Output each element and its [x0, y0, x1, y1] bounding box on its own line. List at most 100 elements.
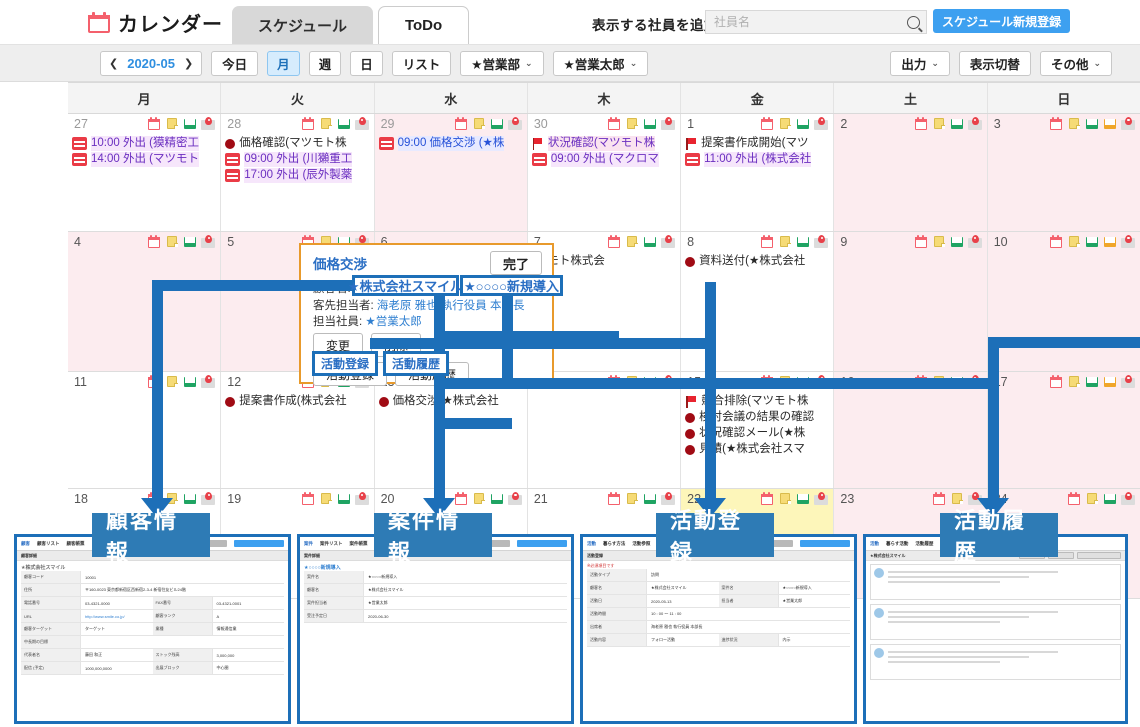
note-icon[interactable] [932, 117, 946, 130]
mail-orange-icon[interactable] [1103, 375, 1117, 388]
activity-register-callout[interactable]: 活動登録 [312, 351, 378, 376]
other-dropdown[interactable]: その他 ⌄ [1039, 51, 1112, 76]
customer-callout[interactable]: ★株式会社スマイル [348, 275, 463, 296]
mail-icon[interactable] [643, 492, 657, 505]
view-week-button[interactable]: 週 [308, 51, 342, 76]
note-icon[interactable] [625, 117, 639, 130]
note-icon[interactable] [165, 375, 179, 388]
current-month-label[interactable]: 2020-05 [127, 56, 175, 71]
mail-icon[interactable] [1085, 117, 1099, 130]
pin-icon[interactable] [1120, 375, 1135, 388]
calendar-event[interactable]: 10:00 外出 (獏精密工 [72, 136, 220, 151]
note-icon[interactable] [472, 117, 486, 130]
note-icon[interactable] [778, 235, 792, 248]
list-item[interactable] [870, 564, 1121, 600]
next-month-button[interactable]: ❯ [184, 57, 193, 70]
date-navigator[interactable]: ❮ 2020-05 ❯ [100, 51, 203, 76]
note-icon[interactable] [319, 117, 333, 130]
calendar-icon[interactable] [914, 117, 928, 130]
note-icon[interactable] [625, 492, 639, 505]
calendar-event[interactable]: 11:00 外出 (株式会社 [685, 152, 833, 167]
calendar-day-cell[interactable]: 17 [987, 372, 1140, 488]
note-icon[interactable] [625, 235, 639, 248]
thumb-btn[interactable] [1077, 552, 1121, 559]
pin-icon[interactable] [201, 492, 216, 505]
pin-icon[interactable] [814, 117, 829, 130]
calendar-icon[interactable] [147, 235, 161, 248]
calendar-icon[interactable] [147, 117, 161, 130]
calendar-day-cell[interactable]: 14 [527, 372, 682, 488]
thumb-tab[interactable]: 顧客リスト [37, 541, 60, 547]
pin-icon[interactable] [967, 117, 982, 130]
pin-icon[interactable] [661, 235, 676, 248]
export-dropdown[interactable]: 出力 ⌄ [890, 51, 950, 76]
pin-icon[interactable] [354, 492, 369, 505]
display-switch-button[interactable]: 表示切替 [958, 51, 1031, 76]
thumb-save-button[interactable] [800, 540, 850, 547]
pin-icon[interactable] [814, 492, 829, 505]
note-icon[interactable] [319, 492, 333, 505]
pin-icon[interactable] [507, 117, 522, 130]
calendar-icon[interactable] [607, 235, 621, 248]
pin-icon[interactable] [1120, 492, 1135, 505]
calendar-day-cell[interactable]: 1 提案書作成開始(マツ 11:00 外出 (株式会社 [681, 114, 835, 231]
pin-icon[interactable] [201, 235, 216, 248]
thumb-tab[interactable]: 活動参照 [632, 541, 650, 547]
mail-icon[interactable] [796, 117, 810, 130]
calendar-icon[interactable] [914, 235, 928, 248]
thumb-settings-button[interactable] [517, 540, 567, 547]
calendar-event[interactable]: 資料送付(★株式会社 [685, 254, 833, 269]
calendar-day-cell[interactable]: 3 [987, 114, 1140, 231]
thumb-tab[interactable]: 活動履歴 [915, 541, 933, 547]
mail-orange-icon[interactable] [1103, 235, 1117, 248]
popup-staff-value[interactable]: ★営業太郎 [365, 316, 421, 328]
calendar-day-cell[interactable]: 30 状況確認(マツモト株 09:00 外出 (マクロマ [527, 114, 682, 231]
calendar-icon[interactable] [1049, 375, 1063, 388]
calendar-event[interactable]: 09:00 外出 (川獺重工 [225, 152, 373, 167]
calendar-icon[interactable] [1067, 492, 1081, 505]
note-icon[interactable] [165, 235, 179, 248]
pin-icon[interactable] [354, 117, 369, 130]
deal-callout[interactable]: ★○○○○新規導入 [460, 275, 563, 296]
pin-icon[interactable] [814, 235, 829, 248]
pin-icon[interactable] [1120, 117, 1135, 130]
prev-month-button[interactable]: ❮ [109, 57, 118, 70]
calendar-icon[interactable] [301, 492, 315, 505]
calendar-icon[interactable] [607, 492, 621, 505]
calendar-icon[interactable] [607, 117, 621, 130]
calendar-icon[interactable] [760, 492, 774, 505]
popup-done-button[interactable]: 完了 [489, 251, 542, 275]
calendar-day-cell[interactable]: 29 09:00 価格交渉 (★株 [374, 114, 528, 231]
pin-icon[interactable] [201, 375, 216, 388]
tab-todo[interactable]: ToDo [377, 6, 470, 44]
calendar-icon[interactable] [1049, 117, 1063, 130]
calendar-event[interactable]: 17:00 外出 (辰外製薬 [225, 168, 373, 183]
filter-person-dropdown[interactable]: ★営業太郎 ⌄ [552, 51, 649, 76]
tab-schedule[interactable]: スケジュール [232, 6, 373, 44]
mail-icon[interactable] [1103, 492, 1117, 505]
note-icon[interactable] [1085, 492, 1099, 505]
note-icon[interactable] [778, 492, 792, 505]
new-schedule-button[interactable]: スケジュール新規登録 [933, 9, 1071, 33]
calendar-day-cell[interactable]: 4 [68, 232, 222, 371]
calendar-day-cell[interactable]: 11 [68, 372, 222, 488]
calendar-icon[interactable] [760, 235, 774, 248]
pin-icon[interactable] [967, 235, 982, 248]
thumb-tab[interactable]: 暮らす方法 [603, 541, 625, 547]
pin-icon[interactable] [201, 117, 216, 130]
mail-icon[interactable] [1085, 235, 1099, 248]
mail-orange-icon[interactable] [1103, 117, 1117, 130]
search-icon[interactable] [907, 15, 920, 29]
calendar-day-cell[interactable]: 12 提案書作成(株式会社 [221, 372, 375, 488]
calendar-day-cell[interactable]: 16 [834, 372, 988, 488]
note-icon[interactable] [1067, 117, 1081, 130]
mail-icon[interactable] [183, 375, 197, 388]
thumb-tab[interactable]: 顧客帳票 [67, 541, 85, 547]
view-list-button[interactable]: リスト [391, 51, 452, 76]
activity-history-callout[interactable]: 活動履歴 [383, 351, 449, 376]
pin-icon[interactable] [507, 492, 522, 505]
mail-icon[interactable] [337, 117, 351, 130]
calendar-day-cell[interactable]: 13価格交渉(★株式会社 [374, 372, 528, 488]
calendar-day-cell[interactable]: 9 [834, 232, 988, 371]
calendar-event[interactable]: 14:00 外出 (マツモト [72, 152, 220, 167]
